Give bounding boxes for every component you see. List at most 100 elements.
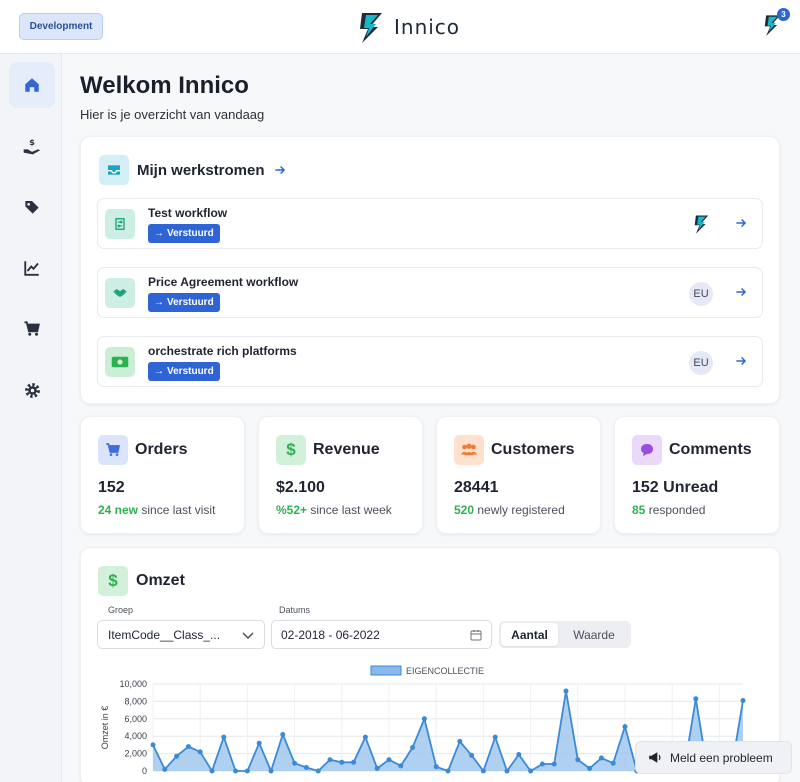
stat-highlight: 520	[454, 503, 475, 517]
stat-label: Revenue	[313, 441, 380, 458]
workflow-row[interactable]: Price Agreement workflow → Verstuurd EU	[97, 267, 763, 318]
data-point	[292, 760, 298, 766]
chart-line-icon	[24, 261, 39, 276]
data-point	[622, 724, 628, 730]
sidebar-item-shop[interactable]	[9, 306, 55, 352]
open-workflow-icon[interactable]	[734, 354, 748, 368]
group-select[interactable]: ItemCode__Class_...	[97, 620, 265, 649]
megaphone-icon	[649, 752, 661, 763]
data-point	[327, 757, 333, 763]
data-point	[351, 759, 357, 765]
notifications-button[interactable]: 3	[762, 8, 790, 38]
report-problem-label: Meld een probleem	[670, 750, 773, 765]
status-label: Verstuurd	[167, 228, 214, 239]
arrow-right-icon	[274, 165, 285, 175]
sidebar-item-tags[interactable]	[9, 184, 55, 230]
customers-header: Customers	[454, 435, 575, 465]
comments-header: Comments	[632, 435, 752, 465]
stat-value: $2.100	[276, 479, 325, 496]
y-tick-label: 8,000	[124, 696, 147, 706]
page-title: Welkom Innico	[80, 72, 249, 99]
data-point	[457, 738, 463, 744]
sidebar-item-home[interactable]	[9, 62, 55, 108]
date-range-input[interactable]: 02-2018 - 06-2022	[271, 620, 492, 649]
date-label: Datums	[279, 605, 311, 615]
data-point	[362, 734, 368, 740]
data-point	[421, 716, 427, 722]
orders-card[interactable]: Orders 152 24 new since last visit	[80, 416, 245, 534]
data-point	[374, 765, 380, 771]
brand[interactable]: Innico	[356, 9, 460, 45]
hand-dollar-icon: $	[23, 137, 41, 155]
toggle-aantal[interactable]: Aantal	[501, 623, 558, 646]
data-point	[185, 744, 191, 750]
y-tick-label: 6,000	[124, 714, 147, 724]
data-point	[256, 740, 262, 746]
y-tick-label: 0	[142, 766, 147, 776]
pill-arrow-icon: →	[154, 228, 164, 239]
status-badge: → Verstuurd	[148, 362, 220, 381]
gear-icon	[24, 382, 40, 398]
calendar-icon	[470, 630, 482, 641]
data-point	[209, 768, 215, 774]
data-point	[433, 764, 439, 770]
stat-subtext: 24 new since last visit	[98, 503, 215, 517]
data-point	[480, 768, 486, 774]
data-point	[539, 761, 545, 767]
chevron-down-icon	[242, 632, 254, 640]
stat-highlight: %52+	[276, 503, 308, 517]
data-point	[339, 759, 345, 765]
workflows-card: Mijn werkstromen Test workflow → Verstuur…	[80, 136, 780, 404]
stat-value: 152 Unread	[632, 479, 719, 496]
page-subtitle: Hier is je overzicht van vandaag	[80, 107, 265, 122]
data-point	[410, 745, 416, 750]
stat-highlight: 24 new	[98, 503, 139, 517]
status-badge: → Verstuurd	[148, 224, 220, 243]
svg-text:$: $	[29, 137, 35, 147]
toggle-waarde[interactable]: Waarde	[559, 623, 629, 646]
money-icon	[105, 347, 135, 377]
pill-arrow-icon: →	[154, 366, 164, 377]
workflow-name: Price Agreement workflow	[148, 275, 299, 289]
assignee-logo-icon	[694, 215, 709, 234]
y-axis-label: Omzet in €	[100, 706, 110, 750]
data-point	[598, 755, 604, 761]
stat-value: 152	[98, 479, 125, 496]
data-point	[516, 752, 522, 757]
cart-icon	[98, 435, 128, 465]
status-label: Verstuurd	[167, 366, 214, 377]
pill-arrow-icon: →	[154, 297, 164, 308]
workflow-row[interactable]: Test workflow → Verstuurd	[97, 198, 763, 249]
brand-name: Innico	[394, 15, 461, 39]
data-point	[551, 761, 557, 767]
date-range-value: 02-2018 - 06-2022	[281, 627, 380, 642]
sidebar-item-settings[interactable]	[9, 367, 55, 413]
stat-suffix: newly registered	[477, 503, 565, 517]
data-point	[233, 768, 239, 774]
comments-card[interactable]: Comments 152 Unread 85 responded	[614, 416, 780, 534]
data-point	[693, 696, 699, 702]
legend-swatch	[370, 665, 402, 676]
top-bar: Development Innico 3	[0, 0, 800, 54]
sidebar-item-finance[interactable]: $	[9, 123, 55, 169]
avatar: EU	[689, 351, 713, 375]
data-point	[303, 765, 309, 770]
data-point	[150, 742, 156, 748]
dollar-icon: $	[98, 566, 128, 596]
sidebar-item-analytics[interactable]	[9, 245, 55, 291]
workflow-row[interactable]: orchestrate rich platforms → Verstuurd EU	[97, 336, 763, 387]
data-point	[575, 757, 581, 763]
orders-header: Orders	[98, 435, 187, 465]
environment-badge[interactable]: Development	[19, 13, 103, 40]
notification-count: 3	[777, 8, 790, 21]
customers-card[interactable]: Customers 28441 520 newly registered	[436, 416, 601, 534]
workflows-header[interactable]: Mijn werkstromen	[99, 155, 287, 185]
tag-icon	[25, 201, 39, 214]
stat-suffix: since last visit	[141, 503, 216, 517]
open-workflow-icon[interactable]	[734, 216, 748, 230]
report-problem-button[interactable]: Meld een probleem	[635, 741, 792, 774]
open-workflow-icon[interactable]	[734, 285, 748, 299]
workflow-name: orchestrate rich platforms	[148, 344, 297, 358]
stat-label: Customers	[491, 441, 575, 458]
revenue-card[interactable]: $ Revenue $2.100 %52+ since last week	[258, 416, 423, 534]
